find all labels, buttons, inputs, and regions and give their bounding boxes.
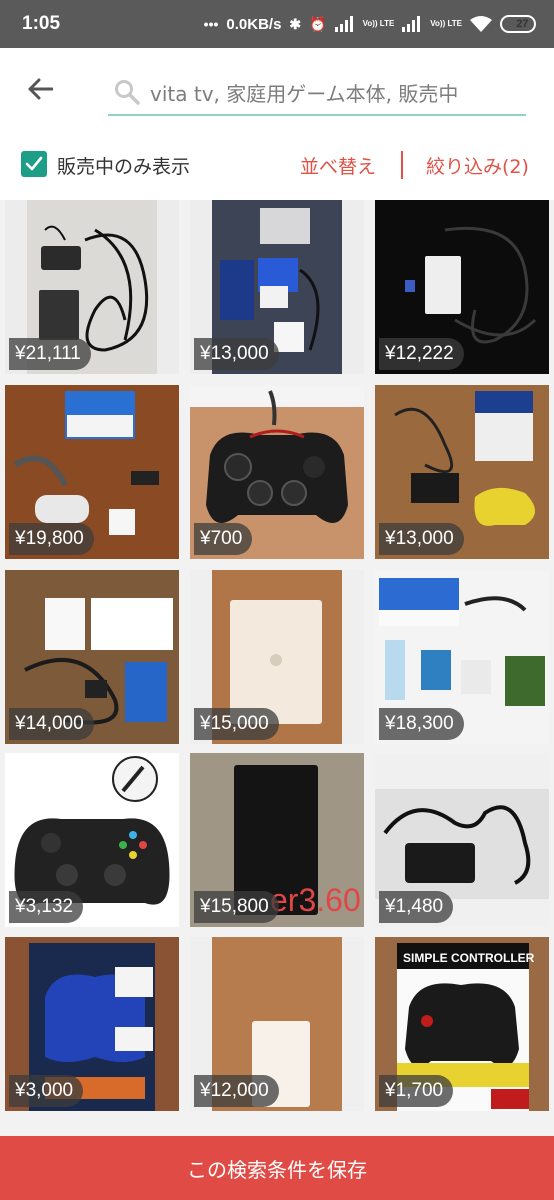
- item-card[interactable]: ¥15,000: [190, 570, 364, 744]
- item-card[interactable]: ¥3,132: [5, 753, 179, 927]
- item-price: ¥13,000: [194, 338, 279, 370]
- item-card[interactable]: SIMPLE CONTROLLER ¥1,700: [375, 937, 549, 1111]
- save-search-button[interactable]: この検索条件を保存: [0, 1136, 554, 1200]
- back-arrow-icon: [28, 78, 53, 100]
- item-card[interactable]: ¥3,000: [5, 937, 179, 1111]
- filter-bar: 販売中のみ表示 並べ替え 絞り込み(2): [0, 130, 554, 200]
- signal-icon-2: [402, 16, 421, 32]
- item-price: ¥15,000: [194, 708, 279, 740]
- search-query: vita tv, 家庭用ゲーム本体, 販売中: [150, 81, 459, 106]
- item-price: ¥1,700: [379, 1075, 454, 1107]
- back-button[interactable]: [0, 48, 80, 130]
- item-card[interactable]: ¥12,000: [190, 937, 364, 1111]
- item-card[interactable]: ¥18,300: [375, 570, 549, 744]
- item-card[interactable]: ¥19,800: [5, 385, 179, 559]
- battery-icon: 27: [500, 15, 536, 33]
- save-search-label: この検索条件を保存: [187, 1157, 367, 1182]
- item-card[interactable]: ¥1,480: [375, 753, 549, 927]
- status-time: 1:05: [22, 13, 61, 34]
- filter-divider: [401, 151, 403, 179]
- on-sale-only-checkbox[interactable]: [21, 151, 47, 177]
- item-price: ¥21,111: [9, 338, 91, 370]
- signal-icon: [334, 16, 353, 32]
- item-price: ¥700: [194, 523, 253, 555]
- search-input[interactable]: vita tv, 家庭用ゲーム本体, 販売中: [108, 70, 526, 116]
- more-dots-icon: •••: [203, 16, 219, 32]
- item-price: ¥15,800: [194, 891, 279, 923]
- item-price: ¥3,000: [9, 1075, 84, 1107]
- item-card[interactable]: ¥13,000: [375, 385, 549, 559]
- check-icon: [25, 156, 43, 171]
- lte-icon-2: Vo)) LTE: [430, 19, 462, 28]
- item-price: ¥12,000: [194, 1075, 279, 1107]
- item-card[interactable]: ¥12,222: [375, 200, 549, 374]
- item-card[interactable]: ¥13,000: [190, 200, 364, 374]
- wifi-icon: [470, 16, 492, 32]
- status-icons: ••• 0.0KB/s ✱ ⏰ Vo)) LTE Vo)) LTE 27: [204, 15, 536, 33]
- battery-level: 27: [516, 18, 529, 30]
- item-price: ¥12,222: [379, 338, 464, 370]
- sort-button[interactable]: 並べ替え: [300, 152, 376, 179]
- on-sale-only-label[interactable]: 販売中のみ表示: [57, 152, 190, 179]
- item-card[interactable]: ¥21,111: [5, 200, 179, 374]
- item-price: ¥18,300: [379, 708, 464, 740]
- item-price: ¥19,800: [9, 523, 94, 555]
- status-bar: 1:05 ••• 0.0KB/s ✱ ⏰ Vo)) LTE Vo)) LTE 2…: [0, 0, 554, 48]
- item-price: ¥14,000: [9, 708, 94, 740]
- bluetooth-icon: ✱: [289, 16, 302, 32]
- overlay-text: er3.60: [270, 882, 361, 918]
- item-price: ¥1,480: [379, 891, 454, 923]
- item-price: ¥3,132: [9, 891, 84, 923]
- refine-button[interactable]: 絞り込み(2): [426, 152, 529, 179]
- search-icon: [115, 80, 140, 105]
- network-speed: 0.0KB/s: [226, 15, 282, 33]
- item-price: ¥13,000: [379, 523, 464, 555]
- search-header: vita tv, 家庭用ゲーム本体, 販売中: [0, 48, 554, 130]
- lte-icon: Vo)) LTE: [362, 19, 395, 28]
- item-card[interactable]: er3.60 ¥15,800: [190, 753, 364, 927]
- item-card[interactable]: ¥14,000: [5, 570, 179, 744]
- item-card[interactable]: ¥700: [190, 385, 364, 559]
- alarm-icon: ⏰: [309, 16, 327, 32]
- package-text: SIMPLE CONTROLLER: [403, 951, 535, 965]
